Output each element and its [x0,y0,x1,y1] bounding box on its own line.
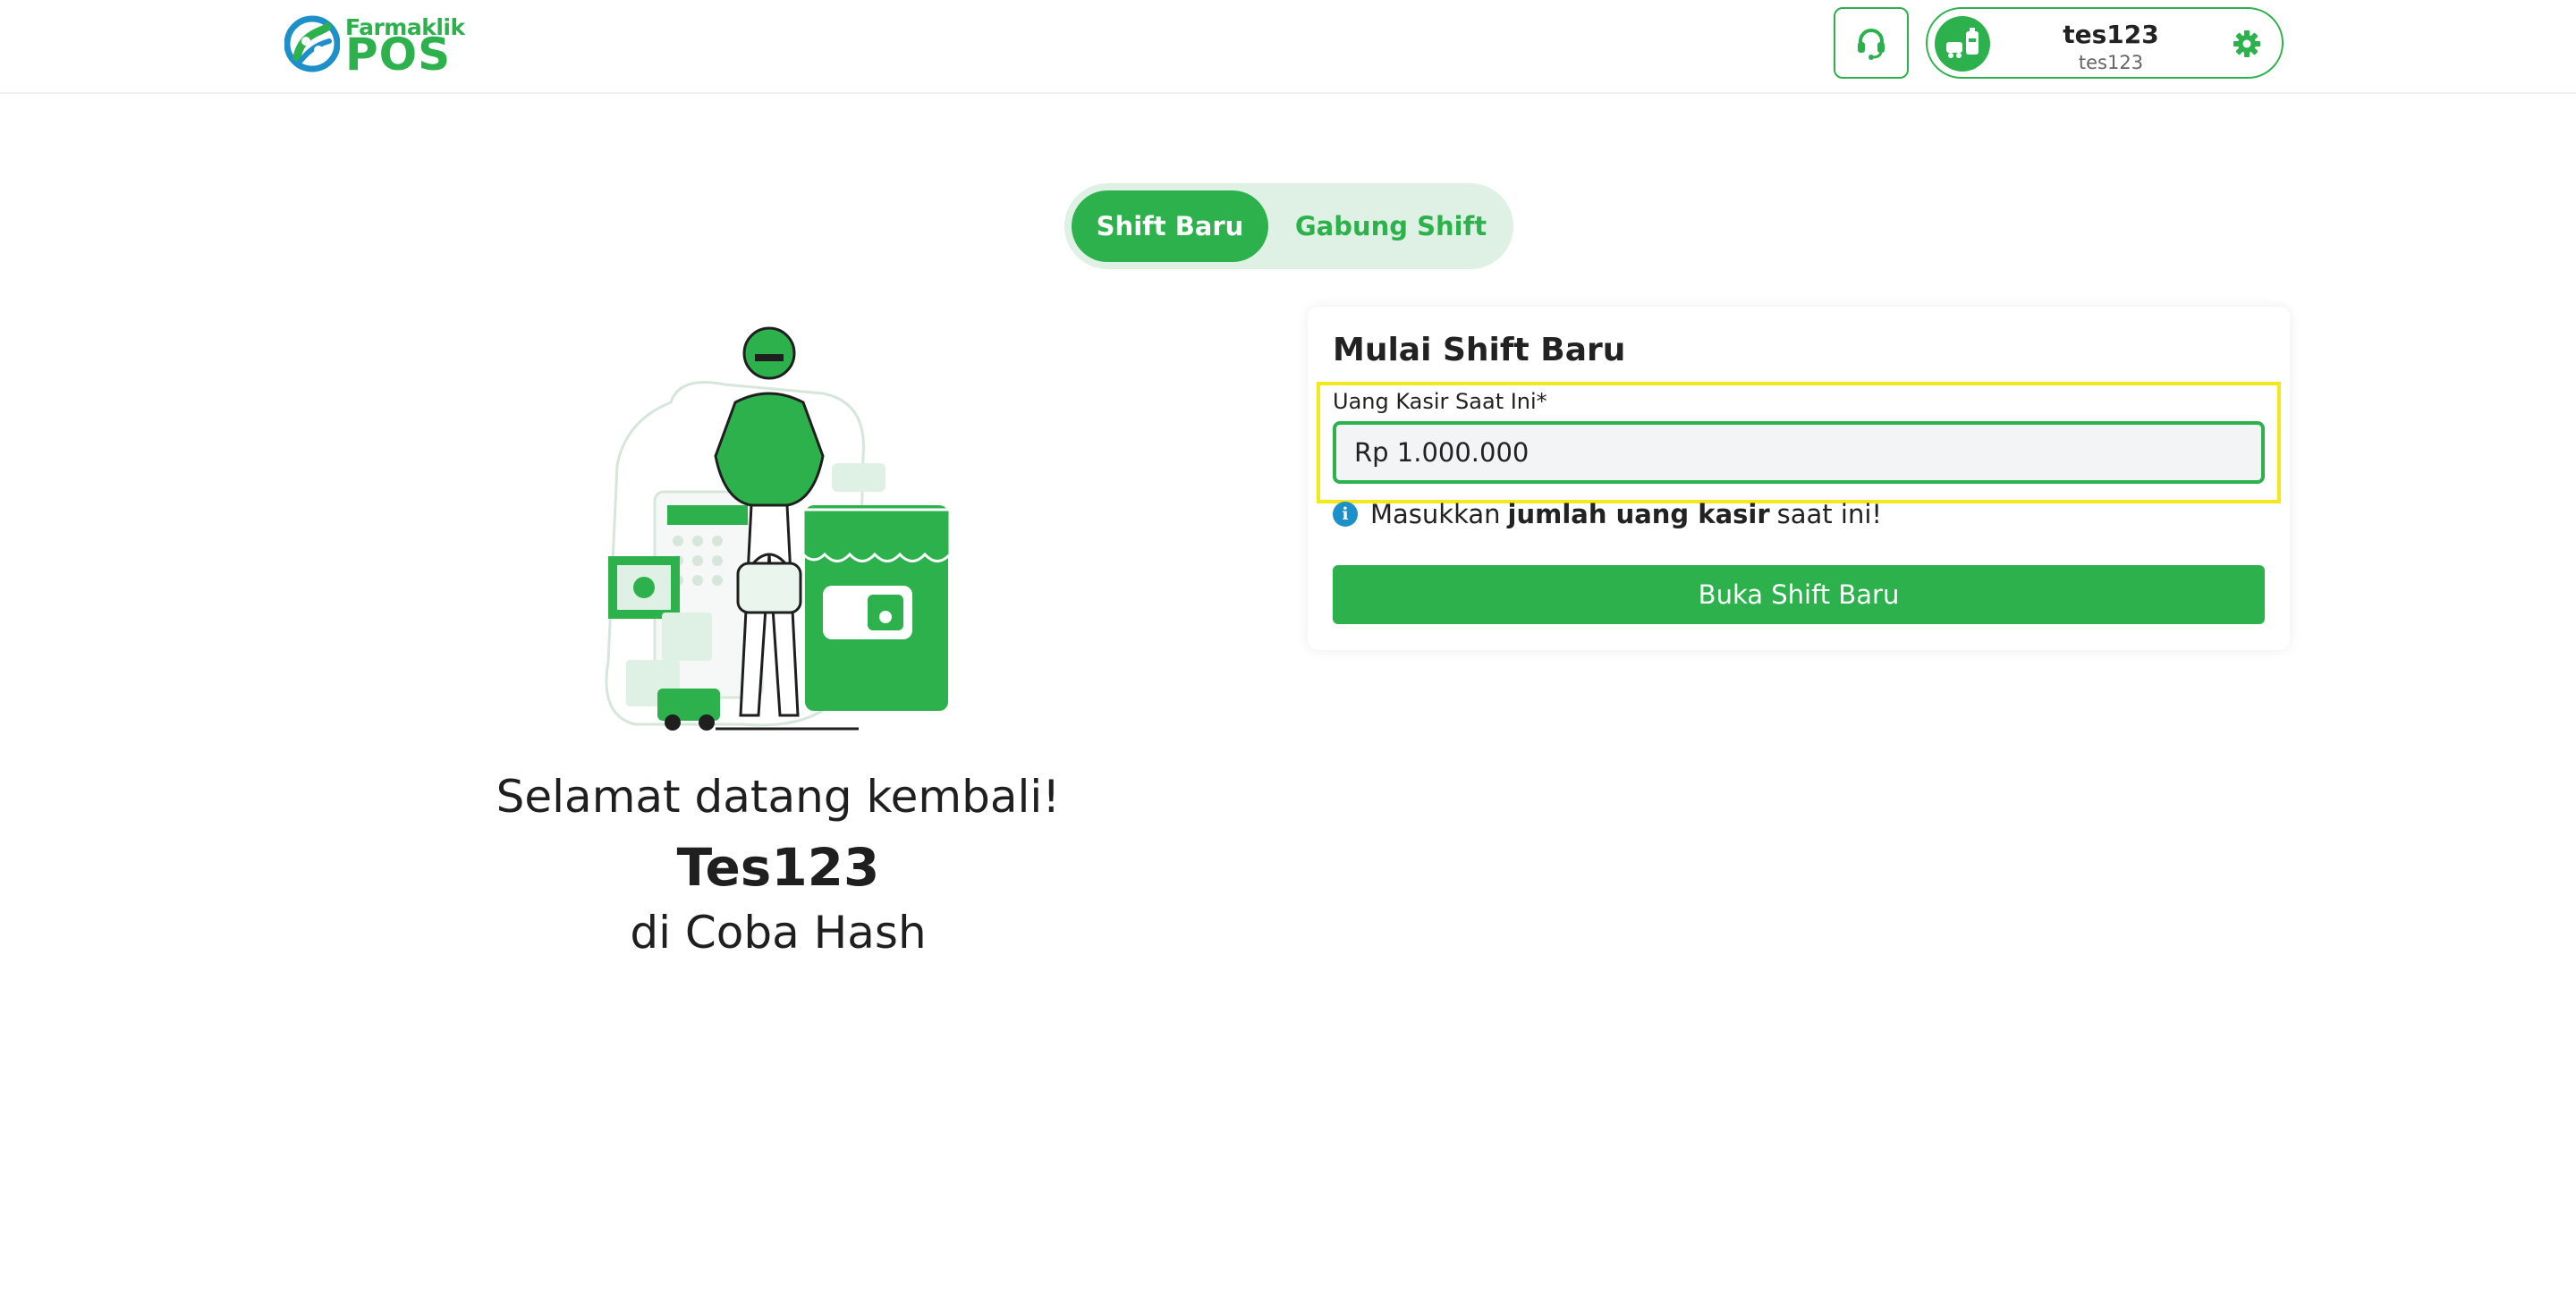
welcome-text: Selamat datang kembali! [496,771,1061,823]
pharmacy-avatar-icon [1935,16,1990,72]
top-header: Farmaklik POS tes123 tes123 [0,0,2576,94]
new-shift-card: Mulai Shift Baru Uang Kasir Saat Ini* i … [1308,307,2290,650]
info-icon: i [1333,502,1358,527]
headset-icon [1858,29,1885,60]
gear-icon[interactable] [2232,29,2262,59]
logo-mark-icon [284,15,340,72]
tab-shift-baru[interactable]: Shift Baru [1072,190,1268,262]
cash-amount-input[interactable] [1333,421,2265,484]
farmaklik-pos-logo[interactable]: Farmaklik POS [284,13,465,80]
card-title: Mulai Shift Baru [1333,332,1626,368]
cashier-illustration [605,326,952,731]
hint-text-after: saat ini! [1776,499,1883,529]
support-button[interactable] [1834,7,1909,79]
user-id: tes123 [2078,52,2144,73]
logo-product-text: POS [345,29,452,80]
welcome-store-name: di Coba Hash [630,907,927,959]
shift-tabs: Shift Baru Gabung Shift [1064,183,1513,269]
cash-field-label: Uang Kasir Saat Ini* [1333,389,1547,414]
hint-text-before: Masukkan [1370,499,1501,529]
user-name: tes123 [2063,20,2159,49]
cash-field-hint: i Masukkan jumlah uang kasir saat ini! [1333,498,1882,530]
welcome-user-name: Tes123 [676,837,880,898]
hint-text-bold: jumlah uang kasir [1507,499,1770,529]
tab-gabung-shift[interactable]: Gabung Shift [1275,190,1506,262]
user-profile-menu[interactable]: tes123 tes123 [1926,7,2284,79]
open-new-shift-button[interactable]: Buka Shift Baru [1333,565,2265,624]
